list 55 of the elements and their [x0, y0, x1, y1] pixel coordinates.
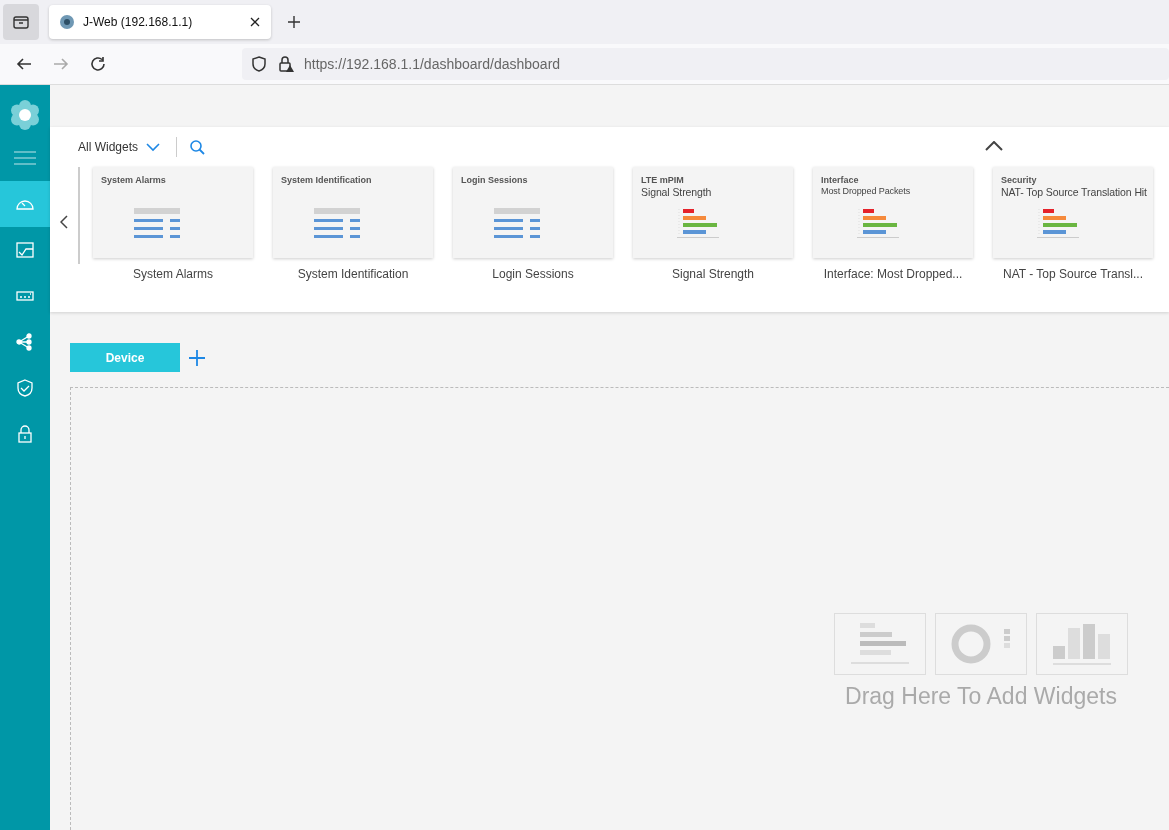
bar-chart-thumbnail-icon — [677, 208, 719, 238]
share-icon — [15, 332, 35, 352]
folder-icon — [12, 13, 30, 31]
widget-title: NAT- Top Source Translation Hit — [1001, 186, 1148, 198]
table-thumbnail-icon — [314, 208, 360, 240]
widget-category: System Identification — [281, 175, 373, 185]
search-icon[interactable] — [189, 139, 206, 155]
widget-card[interactable]: Login Sessions — [453, 167, 613, 258]
tab-title: J-Web (192.168.1.1) — [83, 15, 194, 29]
drop-hint: Drag Here To Add Widgets — [845, 683, 1117, 710]
widget-category: Login Sessions — [461, 175, 529, 185]
flower-logo-icon — [9, 99, 41, 131]
stacked-chart-placeholder-icon — [1036, 613, 1128, 675]
widget-category: Interface — [821, 175, 860, 185]
widget-title: Most Dropped Packets — [821, 186, 912, 196]
widget-card[interactable]: System Identification — [273, 167, 433, 258]
shield-check-icon — [15, 378, 35, 398]
widget-category: Security — [1001, 175, 1038, 185]
browser-tab[interactable]: J-Web (192.168.1.1) — [49, 5, 271, 39]
donut-chart-placeholder-icon — [935, 613, 1027, 675]
widget-label: System Identification — [297, 267, 409, 281]
collapse-icon[interactable] — [985, 141, 1003, 151]
shield-icon — [250, 55, 268, 73]
site-icon — [59, 14, 75, 30]
bar-chart-placeholder-icon — [834, 613, 926, 675]
chart-icon — [15, 240, 35, 260]
bar-chart-thumbnail-icon — [857, 208, 899, 238]
widget-label: Login Sessions — [492, 267, 574, 281]
table-thumbnail-icon — [134, 208, 180, 240]
table-thumbnail-icon — [494, 208, 540, 240]
widget-label: NAT - Top Source Transl... — [1002, 267, 1144, 281]
widget-title: Signal Strength — [641, 186, 713, 198]
lock-warning-icon — [277, 55, 295, 73]
address-bar[interactable]: https://192.168.1.1/dashboard/dashboard — [242, 48, 1169, 80]
widget-label: System Alarms — [133, 267, 213, 281]
url-text: https://192.168.1.1/dashboard/dashboard — [304, 56, 561, 72]
close-icon[interactable] — [249, 16, 261, 28]
add-tab-icon[interactable] — [188, 348, 206, 367]
widget-label: Interface: Most Dropped... — [823, 267, 963, 281]
widget-card[interactable]: System Alarms — [93, 167, 253, 258]
widget-card[interactable]: Interface Most Dropped Packets — [813, 167, 973, 258]
lock-icon — [15, 424, 35, 444]
tab-overview-button[interactable] — [3, 4, 39, 40]
chevron-down-icon — [146, 142, 161, 152]
bar-chart-thumbnail-icon — [1037, 208, 1079, 238]
reload-icon[interactable] — [89, 55, 107, 73]
chevron-left-icon[interactable] — [60, 215, 68, 229]
nav-item[interactable] — [0, 181, 50, 227]
widget-card[interactable]: LTE mPIM Signal Strength — [633, 167, 793, 258]
widget-category: LTE mPIM — [641, 175, 685, 185]
widget-label: Signal Strength — [671, 267, 755, 281]
widget-card[interactable]: Security NAT- Top Source Translation Hit — [993, 167, 1153, 258]
widget-category: System Alarms — [101, 175, 167, 185]
widget-filter-dropdown[interactable]: All Widgets — [78, 140, 161, 154]
new-tab-icon[interactable] — [287, 15, 301, 29]
